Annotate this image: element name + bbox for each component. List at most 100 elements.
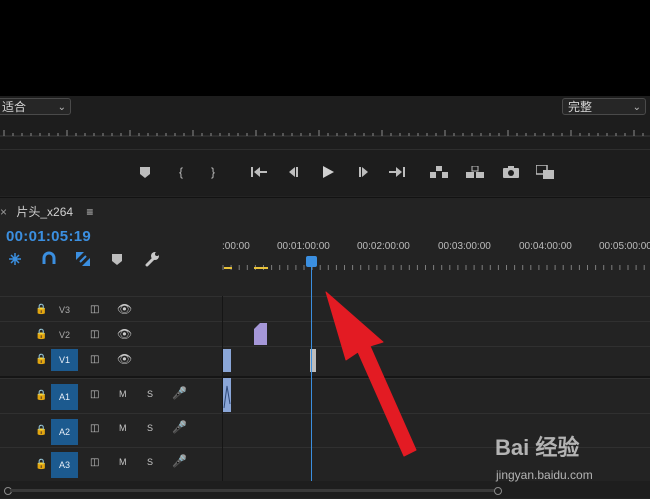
playhead-line[interactable]	[311, 262, 312, 481]
toggle-output-icon[interactable]: ◫	[90, 457, 99, 468]
timeline-settings-button[interactable]	[144, 251, 160, 267]
monitor-time-ruler[interactable]	[0, 119, 650, 150]
ruler-label: 00:02:00:00	[357, 241, 410, 252]
annotation-arrow	[325, 291, 417, 457]
export-frame-button[interactable]	[502, 163, 520, 181]
go-to-in-button[interactable]	[250, 163, 268, 181]
go-to-in-icon	[251, 167, 267, 177]
lock-icon[interactable]: 🔒	[35, 390, 47, 401]
mic-icon[interactable]: 🎤	[172, 420, 187, 434]
lock-icon[interactable]: 🔒	[35, 329, 47, 340]
clip-corner	[254, 323, 260, 329]
ruler-ticks	[222, 265, 645, 270]
work-area-marker	[254, 267, 268, 269]
program-monitor-viewer	[0, 0, 650, 96]
ruler-label: :00:00	[222, 241, 250, 252]
extract-button[interactable]	[466, 163, 484, 181]
wrench-icon	[145, 252, 159, 267]
lock-icon[interactable]: 🔒	[35, 304, 47, 315]
track-label-v1[interactable]: V1	[51, 349, 78, 371]
marker-icon	[140, 166, 150, 178]
clip-a1-start[interactable]	[223, 378, 231, 412]
add-marker-timeline-button[interactable]	[111, 251, 127, 267]
track-content-area[interactable]	[222, 296, 650, 481]
play-icon	[322, 166, 334, 178]
go-to-out-button[interactable]	[388, 163, 406, 181]
track-label-a2[interactable]: A2	[51, 419, 78, 445]
extract-icon	[466, 166, 484, 178]
mute-button[interactable]: M	[119, 457, 127, 467]
clip-v1-start[interactable]	[223, 349, 231, 372]
track-label-a1[interactable]: A1	[51, 384, 78, 410]
lock-icon[interactable]: 🔒	[35, 354, 47, 365]
ruler-label: 00:04:00:00	[519, 241, 572, 252]
lift-button[interactable]	[430, 163, 448, 181]
sequence-tab[interactable]: × 片头_x264 ≡	[0, 203, 93, 219]
mute-button[interactable]: M	[119, 389, 127, 399]
linked-selection-button[interactable]	[75, 251, 91, 267]
work-area-marker	[224, 267, 232, 269]
solo-button[interactable]: S	[147, 423, 153, 433]
ruler-label: 00:05:00:00	[599, 241, 650, 252]
track-label-v2[interactable]: V2	[51, 324, 78, 346]
go-to-out-icon	[389, 167, 405, 177]
playhead-timecode[interactable]: 00:01:05:19	[6, 228, 91, 245]
camera-icon	[503, 166, 519, 178]
fit-dropdown[interactable]: 适合 ⌄	[0, 98, 71, 115]
timeline-scrollbar[interactable]	[0, 481, 650, 498]
eye-icon[interactable]: 👁	[117, 302, 132, 316]
step-back-icon	[289, 167, 298, 177]
mic-icon[interactable]: 🎤	[172, 386, 187, 400]
close-icon[interactable]: ×	[0, 205, 7, 219]
track-label-a3[interactable]: A3	[51, 452, 78, 478]
lock-icon[interactable]: 🔒	[35, 459, 47, 470]
add-marker-button[interactable]	[136, 163, 154, 181]
mark-in-icon: {	[178, 165, 183, 179]
track-label-v3[interactable]: V3	[51, 299, 78, 321]
solo-button[interactable]: S	[147, 389, 153, 399]
step-forward-icon	[359, 167, 368, 177]
toggle-output-icon[interactable]: ◫	[90, 389, 99, 400]
eye-icon[interactable]: 👁	[117, 352, 132, 366]
mark-out-icon: }	[210, 165, 215, 179]
toggle-output-icon[interactable]: ◫	[90, 423, 99, 434]
nest-toggle-button[interactable]	[7, 251, 23, 267]
mark-out-button[interactable]: }	[204, 163, 222, 181]
add-marker-icon	[112, 254, 122, 265]
eye-icon[interactable]: 👁	[117, 327, 132, 341]
mute-button[interactable]: M	[119, 423, 127, 433]
lock-icon[interactable]: 🔒	[35, 425, 47, 436]
mic-icon[interactable]: 🎤	[172, 454, 187, 468]
toggle-output-icon[interactable]: ◫	[90, 329, 99, 340]
solo-button[interactable]: S	[147, 457, 153, 467]
linked-selection-icon	[76, 252, 90, 266]
sequence-tab-label: 片头_x264	[16, 205, 74, 219]
panel-menu-icon[interactable]: ≡	[86, 205, 93, 219]
audio-waveform	[223, 385, 231, 409]
mark-in-button[interactable]: {	[172, 163, 190, 181]
fit-dropdown-label: 适合	[2, 100, 27, 114]
comparison-view-button[interactable]	[536, 163, 554, 181]
step-back-button[interactable]	[284, 163, 302, 181]
ruler-label: 00:01:00:00	[277, 241, 330, 252]
magnet-icon	[42, 251, 56, 264]
scroll-thumb[interactable]	[10, 489, 494, 492]
watermark-logo: Bai 经验	[495, 435, 580, 460]
monitor-settings-bar: 适合 ⌄ 完整 ⌄	[0, 96, 650, 119]
watermark-url: jingyan.baidu.com	[496, 468, 593, 482]
toggle-output-icon[interactable]: ◫	[90, 354, 99, 365]
comparison-icon	[536, 165, 554, 179]
ruler-label: 00:03:00:00	[438, 241, 491, 252]
scroll-handle-right[interactable]	[494, 487, 502, 495]
snap-icon	[9, 253, 21, 265]
monitor-ruler-ticks	[0, 130, 650, 137]
lift-icon	[430, 166, 448, 178]
step-forward-button[interactable]	[355, 163, 373, 181]
quality-dropdown[interactable]: 完整 ⌄	[562, 98, 646, 115]
quality-dropdown-label: 完整	[568, 100, 593, 114]
playhead-handle[interactable]	[306, 256, 317, 267]
toggle-output-icon[interactable]: ◫	[90, 304, 99, 315]
chevron-down-icon: ⌄	[632, 102, 641, 113]
play-button[interactable]	[319, 163, 337, 181]
snap-button[interactable]	[41, 251, 57, 267]
